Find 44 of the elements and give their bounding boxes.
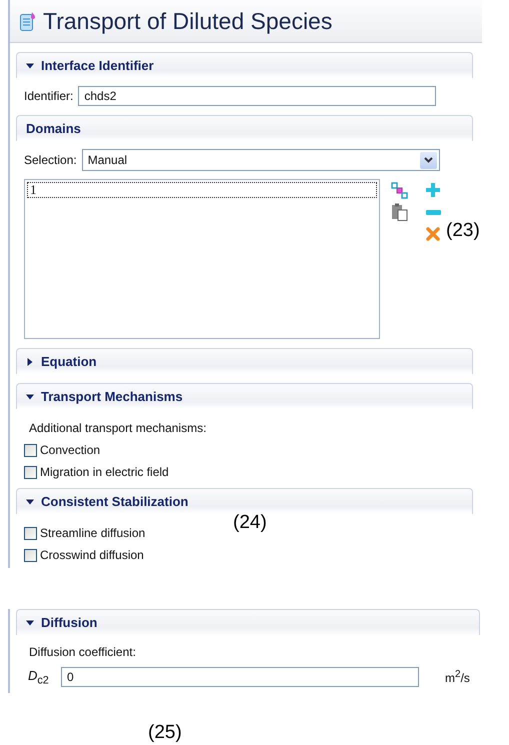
annotation-label: (24) — [233, 512, 267, 534]
description-text: Additional transport mechanisms: — [28, 421, 208, 435]
section-title: Domains — [26, 121, 81, 136]
section-title: Diffusion — [41, 615, 98, 630]
description-text: Diffusion coefficient: — [28, 645, 137, 659]
chevron-down-icon — [424, 157, 433, 163]
list-item[interactable]: 1 — [27, 182, 377, 198]
checkbox-label: Streamline diffusion — [40, 526, 146, 540]
linked-cubes-icon[interactable] — [390, 182, 408, 198]
section-title: Equation — [41, 354, 97, 369]
collapsed-arrow-icon — [26, 358, 34, 366]
identifier-field[interactable]: chds2 — [78, 86, 436, 106]
window-title: Transport of Diluted Species — [43, 8, 332, 34]
expanded-arrow-icon — [26, 392, 34, 400]
section-header[interactable]: Transport Mechanisms — [16, 383, 473, 409]
section-header[interactable]: Equation — [16, 348, 473, 374]
section-header[interactable]: Domains — [16, 115, 473, 141]
checkbox[interactable] — [24, 548, 37, 562]
symbol-label: D$_{c2}$ — [27, 668, 50, 686]
selection-dropdown[interactable]: Manual — [82, 149, 440, 171]
section-header[interactable]: Consistent Stabilization — [16, 488, 473, 514]
expanded-arrow-icon — [26, 618, 34, 626]
section-title: Transport Mechanisms — [41, 389, 183, 404]
annotation-label: (23) — [446, 220, 480, 242]
checkbox[interactable] — [24, 466, 37, 478]
checkbox-label: Convection — [40, 443, 100, 457]
section-title: Interface Identifier — [41, 58, 154, 73]
checkbox-label: Crosswind diffusion — [40, 548, 144, 562]
checkbox[interactable] — [24, 526, 37, 540]
field-label: Selection: — [24, 153, 77, 167]
annotation-label: (25) — [148, 722, 182, 744]
section-header[interactable]: Interface Identifier — [16, 52, 473, 78]
field-label: Identifier: — [24, 89, 74, 103]
domain-list[interactable]: 1 — [24, 179, 380, 339]
section-title: Consistent Stabilization — [41, 494, 188, 509]
clipboard-icon[interactable] — [390, 203, 408, 221]
expanded-arrow-icon — [26, 62, 34, 70]
section-header[interactable]: Diffusion — [16, 609, 480, 635]
checkbox[interactable] — [24, 444, 37, 456]
coefficient-field[interactable]: 0 — [61, 667, 419, 687]
checkbox-label: Migration in electric field — [40, 465, 169, 479]
document-icon — [20, 12, 35, 30]
unit-label: m$^{2}$/s — [445, 669, 470, 685]
expanded-arrow-icon — [26, 498, 34, 506]
